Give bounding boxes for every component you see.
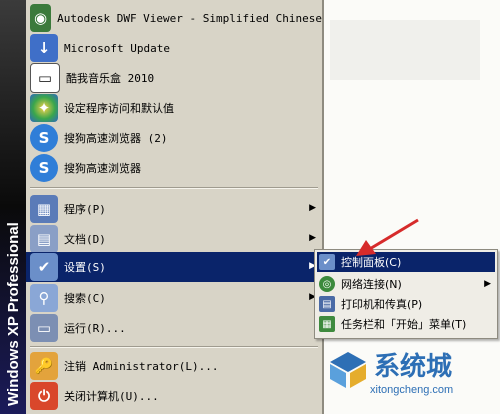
watermark: 系统城 xitongcheng.com [324,342,494,408]
submenu-item-label: 打印机和传真(P) [341,298,423,311]
menu-item-label: 设定程序访问和默认值 [64,102,174,115]
submenu-arrow-icon: ▶ [309,233,316,243]
microsoft-update-icon: ↓ [30,34,58,62]
menu-item-search[interactable]: ⚲ 搜索(C) ▶ [26,283,322,313]
program-access-icon: ✦ [30,94,58,122]
menu-item-kuwo-music[interactable]: ▭ 酷我音乐盒 2010 [26,63,322,93]
menu-item-documents[interactable]: ▤ 文档(D) ▶ [26,224,322,254]
menu-item-label: Autodesk DWF Viewer - Simplified Chinese [57,11,322,25]
menu-item-sogou-browser-2[interactable]: S 搜狗高速浏览器 (2) [26,123,322,153]
programs-icon: ▦ [30,195,58,223]
documents-icon: ▤ [30,225,58,253]
start-menu: Windows XP Professional ◉ Autodesk DWF V… [0,0,324,414]
start-menu-banner: Windows XP Professional [0,0,26,414]
logoff-icon: 🔑 [30,352,58,380]
menu-item-shutdown[interactable]: ⏻ 关闭计算机(U)... [26,381,322,411]
menu-item-label: 设置(S) [64,261,106,274]
dwf-viewer-icon: ◉ [30,4,52,32]
menu-item-autodesk-dwf-viewer[interactable]: ◉ Autodesk DWF Viewer - Simplified Chine… [26,3,322,33]
control-panel-icon: ✔ [319,254,335,270]
submenu-item-label: 任务栏和「开始」菜单(T) [341,318,467,331]
search-icon: ⚲ [30,284,58,312]
menu-item-label: 搜狗高速浏览器 (2) [64,132,168,145]
shutdown-icon: ⏻ [30,382,58,410]
menu-item-label: 运行(R)... [64,322,126,335]
printer-icon: ▤ [319,296,335,312]
submenu-arrow-icon: ▶ [309,203,316,213]
banner-text: Windows XP Professional [5,222,22,406]
watermark-url: xitongcheng.com [370,384,454,396]
taskbar-icon: ▦ [319,316,335,332]
watermark-logo-icon [330,352,366,388]
menu-item-label: 搜狗高速浏览器 [64,162,141,175]
run-icon: ▭ [30,314,58,342]
menu-item-programs[interactable]: ▦ 程序(P) ▶ [26,194,322,224]
menu-item-run[interactable]: ▭ 运行(R)... [26,313,322,343]
menu-item-logoff[interactable]: 🔑 注销 Administrator(L)... [26,351,322,381]
settings-submenu: ✔ 控制面板(C) ◎ 网络连接(N) ▶ ▤ 打印机和传真(P) ▦ 任务栏和… [314,249,498,339]
menu-item-label: 关闭计算机(U)... [64,390,159,403]
menu-item-settings[interactable]: ✔ 设置(S) ▶ [26,252,322,282]
menu-separator [30,187,318,189]
menu-item-label: 注销 Administrator(L)... [64,360,219,373]
menu-item-program-access[interactable]: ✦ 设定程序访问和默认值 [26,93,322,123]
submenu-arrow-icon: ▶ [484,279,491,289]
menu-item-label: 搜索(C) [64,292,106,305]
menu-item-label: 程序(P) [64,203,106,216]
menu-item-label: 文档(D) [64,233,106,246]
submenu-item-label: 网络连接(N) [341,278,402,291]
settings-icon: ✔ [30,253,58,281]
watermark-text: 系统城 [374,352,453,382]
submenu-item-printers[interactable]: ▤ 打印机和传真(P) [317,294,495,314]
menu-item-label: 酷我音乐盒 2010 [66,72,155,85]
menu-separator [30,346,318,348]
kuwo-music-icon: ▭ [30,63,60,93]
sogou-browser-icon: S [30,124,58,152]
submenu-item-taskbar[interactable]: ▦ 任务栏和「开始」菜单(T) [317,314,495,334]
desktop-faint-window [330,20,480,80]
menu-item-microsoft-update[interactable]: ↓ Microsoft Update [26,33,322,63]
menu-item-sogou-browser[interactable]: S 搜狗高速浏览器 [26,153,322,183]
menu-item-label: Microsoft Update [64,41,170,55]
annotation-arrow-icon [356,218,419,256]
submenu-item-network[interactable]: ◎ 网络连接(N) ▶ [317,274,495,294]
sogou-browser-icon: S [30,154,58,182]
network-icon: ◎ [319,276,335,292]
